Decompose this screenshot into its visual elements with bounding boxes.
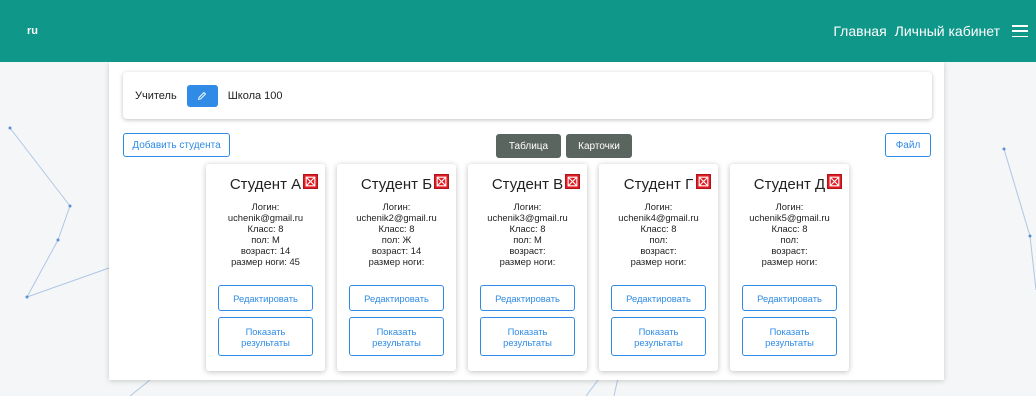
login-value: uchenik3@gmail.ru [487,212,568,223]
sex-value: пол: М [251,234,280,245]
school-name: Школа 100 [227,89,283,102]
edit-student-button[interactable]: Редактировать [480,285,575,311]
teacher-card: Учитель Школа 100 [123,72,932,119]
class-value: Класс: 8 [378,223,415,234]
login-value: uchenik@gmail.ru [227,212,304,223]
login-label: Логин: [251,201,280,212]
top-navbar: ru Главная Личный кабинет [0,0,1036,62]
student-info: Логин: uchenik@gmail.ru Класс: 8 пол: М … [206,201,325,267]
file-button[interactable]: Файл [885,133,931,157]
age-value: возраст: [771,245,808,256]
sex-value: пол: [649,234,668,245]
student-info: Логин: uchenik4@gmail.ru Класс: 8 пол: в… [599,201,718,267]
delete-icon[interactable] [696,174,711,189]
sex-value: пол: Ж [381,234,412,245]
class-value: Класс: 8 [247,223,284,234]
login-label: Логин: [644,201,673,212]
pencil-icon [198,91,207,100]
student-info: Логин: uchenik5@gmail.ru Класс: 8 пол: в… [730,201,849,267]
view-cards-button[interactable]: Карточки [566,134,632,158]
brand-logo[interactable]: ru [27,25,38,37]
nav-link-home[interactable]: Главная [833,23,886,39]
class-value: Класс: 8 [509,223,546,234]
login-value: uchenik2@gmail.ru [356,212,437,223]
edit-student-button[interactable]: Редактировать [742,285,837,311]
student-card: Студент В Логин: uchenik3@gmail.ru Класс… [468,164,587,371]
edit-teacher-button[interactable] [186,84,218,107]
student-card: Студент А Логин: uchenik@gmail.ru Класс:… [206,164,325,371]
delete-icon[interactable] [565,174,580,189]
sex-value: пол: [780,234,799,245]
age-value: возраст: [640,245,677,256]
age-value: возраст: 14 [371,245,422,256]
foot-size-value: размер ноги: 45 [231,256,300,267]
show-results-button[interactable]: Показать результаты [218,317,313,356]
view-table-button[interactable]: Таблица [496,134,561,158]
student-info: Логин: uchenik2@gmail.ru Класс: 8 пол: Ж… [337,201,456,267]
show-results-button[interactable]: Показать результаты [742,317,837,356]
sex-value: пол: М [513,234,542,245]
show-results-button[interactable]: Показать результаты [480,317,575,356]
show-results-button[interactable]: Показать результаты [611,317,706,356]
edit-student-button[interactable]: Редактировать [218,285,313,311]
foot-size-value: размер ноги: [499,256,556,267]
foot-size-value: размер ноги: [630,256,687,267]
login-label: Логин: [382,201,411,212]
login-label: Логин: [775,201,804,212]
student-card: Студент Б Логин: uchenik2@gmail.ru Класс… [337,164,456,371]
nav-links: Главная Личный кабинет [833,23,1028,39]
login-label: Логин: [513,201,542,212]
login-value: uchenik5@gmail.ru [749,212,830,223]
add-student-button[interactable]: Добавить студента [123,133,230,157]
login-value: uchenik4@gmail.ru [618,212,699,223]
foot-size-value: размер ноги: [368,256,425,267]
delete-icon[interactable] [434,174,449,189]
class-value: Класс: 8 [771,223,808,234]
teacher-label: Учитель [135,89,177,102]
student-card: Студент Д Логин: uchenik5@gmail.ru Класс… [730,164,849,371]
age-value: возраст: [509,245,546,256]
class-value: Класс: 8 [640,223,677,234]
edit-student-button[interactable]: Редактировать [349,285,444,311]
age-value: возраст: 14 [240,245,291,256]
edit-student-button[interactable]: Редактировать [611,285,706,311]
foot-size-value: размер ноги: [761,256,818,267]
student-card: Студент Г Логин: uchenik4@gmail.ru Класс… [599,164,718,371]
student-info: Логин: uchenik3@gmail.ru Класс: 8 пол: М… [468,201,587,267]
show-results-button[interactable]: Показать результаты [349,317,444,356]
delete-icon[interactable] [827,174,842,189]
delete-icon[interactable] [303,174,318,189]
nav-link-account[interactable]: Личный кабинет [895,23,1000,39]
hamburger-menu-icon[interactable] [1012,25,1028,37]
